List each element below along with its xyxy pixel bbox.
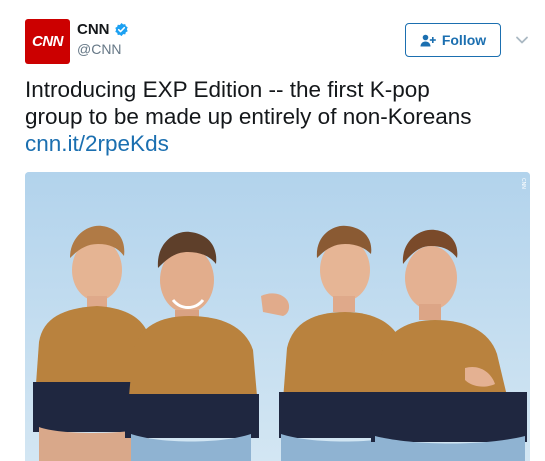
tweet-text: Introducing EXP Edition -- the first K-p… [25, 76, 535, 157]
display-name[interactable]: CNN [77, 21, 110, 38]
verified-badge-icon [114, 22, 128, 37]
avatar-logo-text: CNN [32, 33, 64, 50]
chevron-down-icon[interactable] [515, 33, 529, 47]
tweet-text-line-1: Introducing EXP Edition -- the first K-p… [25, 77, 430, 102]
photo-watermark: CNN [520, 178, 526, 189]
follow-button-label: Follow [441, 32, 487, 48]
tweet-card: CNN CNN @CNN Follow Introducing EXP Edit… [0, 0, 545, 461]
user-handle[interactable]: @CNN [77, 41, 129, 57]
display-name-row[interactable]: CNN [77, 20, 129, 39]
follow-button[interactable]: Follow [405, 23, 501, 57]
user-info[interactable]: CNN @CNN [77, 20, 129, 57]
tweet-photo[interactable]: CNN [25, 172, 530, 461]
tweet-text-line-2: group to be made up entirely of non-Kore… [25, 104, 472, 129]
tweet-link[interactable]: cnn.it/2rpeKds [25, 130, 535, 157]
add-person-icon [420, 34, 436, 46]
avatar[interactable]: CNN [25, 19, 70, 64]
group-photo-illustration: CNN [25, 172, 530, 461]
